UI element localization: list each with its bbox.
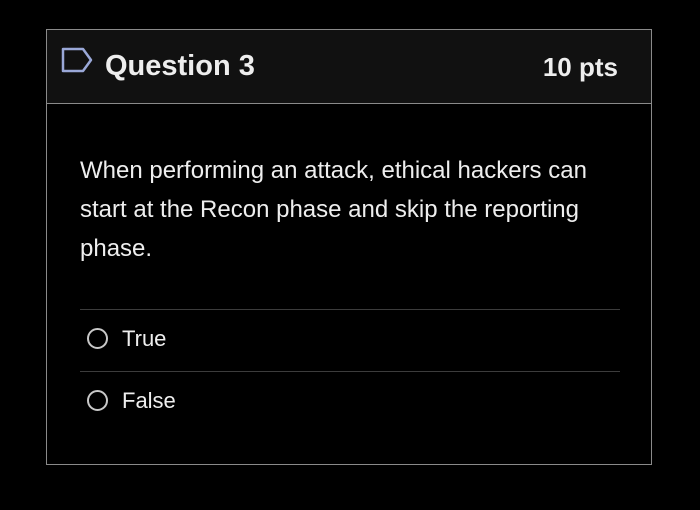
answer-label[interactable]: True [122,325,166,353]
question-title: Question 3 [105,50,255,82]
divider [80,371,620,372]
answer-option-false[interactable]: False [87,387,607,417]
radio-button[interactable] [87,328,108,349]
question-text: When performing an attack, ethical hacke… [80,157,587,262]
answer-label[interactable]: False [122,387,176,415]
radio-button[interactable] [87,390,108,411]
question-header: Question 3 10 pts [47,30,651,104]
divider [80,309,620,310]
question-card: Question 3 10 pts When performing an att… [46,29,652,465]
question-points: 10 pts [542,52,618,82]
flag-outline-icon[interactable] [61,47,93,73]
answer-option-true[interactable]: True [87,325,607,355]
